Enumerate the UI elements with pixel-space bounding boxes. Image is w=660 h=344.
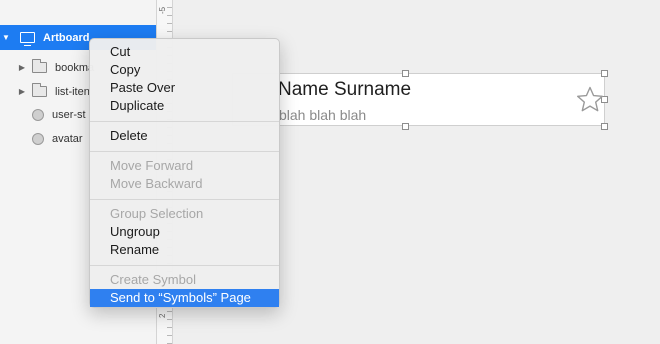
card-subtitle: blah blah blah xyxy=(279,107,367,123)
folder-icon xyxy=(32,59,47,73)
menu-separator xyxy=(90,199,279,200)
layer-label: list-iten xyxy=(55,85,90,98)
oval-icon xyxy=(32,108,44,121)
layer-label: Artboard xyxy=(43,31,90,44)
ruler-label: -5 xyxy=(158,6,167,14)
oval-icon xyxy=(32,132,44,145)
layer-label: avatar xyxy=(52,132,83,145)
star-outline-icon[interactable] xyxy=(576,86,604,113)
menu-separator xyxy=(90,265,279,266)
layer-label: user-st xyxy=(52,108,86,121)
resize-handle-bottom[interactable] xyxy=(402,123,409,130)
artboard-icon xyxy=(20,32,35,46)
menu-separator xyxy=(90,121,279,122)
menu-item-rename[interactable]: Rename xyxy=(90,241,279,259)
disclosure-right-icon[interactable]: ▶ xyxy=(16,87,28,96)
menu-item-delete[interactable]: Delete xyxy=(90,127,279,145)
card-title: Name Surname xyxy=(278,79,412,100)
menu-item-move-backward: Move Backward xyxy=(110,176,203,191)
folder-icon xyxy=(32,83,47,97)
menu-item-cut[interactable]: Cut xyxy=(90,43,279,61)
menu-item-copy[interactable]: Copy xyxy=(90,61,279,79)
resize-handle-bottom-right[interactable] xyxy=(601,123,608,130)
menu-item-duplicate[interactable]: Duplicate xyxy=(90,97,279,115)
menu-separator xyxy=(90,151,279,152)
menu-item-group-selection: Group Selection xyxy=(110,206,204,221)
menu-item-create-symbol: Create Symbol xyxy=(110,272,196,287)
resize-handle-top[interactable] xyxy=(402,70,409,77)
menu-item-move-forward: Move Forward xyxy=(110,158,194,173)
menu-item-send-to-symbols-page[interactable]: Send to “Symbols” Page xyxy=(90,289,279,307)
resize-handle-top-right[interactable] xyxy=(601,70,608,77)
ruler-label: 2 xyxy=(158,313,167,318)
menu-item-paste-over[interactable]: Paste Over xyxy=(90,79,279,97)
menu-item-ungroup[interactable]: Ungroup xyxy=(90,223,279,241)
disclosure-down-icon[interactable]: ▼ xyxy=(0,33,12,42)
context-menu: Cut Copy Paste Over Duplicate Delete Mov… xyxy=(89,38,280,308)
disclosure-right-icon[interactable]: ▶ xyxy=(16,63,28,72)
